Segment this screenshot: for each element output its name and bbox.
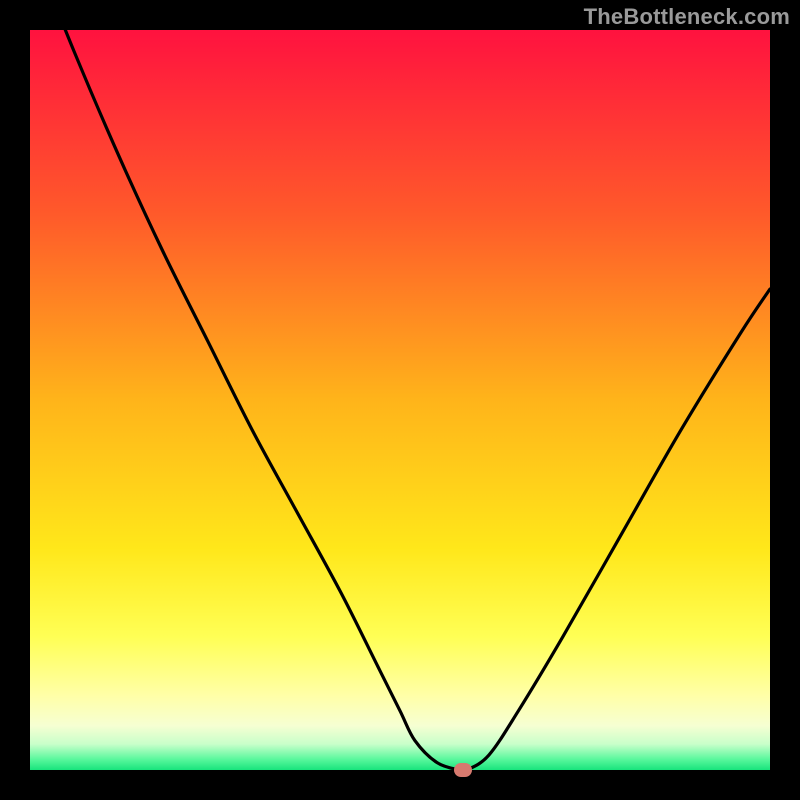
- curve-svg: [30, 30, 770, 770]
- chart-frame: TheBottleneck.com: [0, 0, 800, 800]
- bottleneck-curve: [30, 0, 770, 771]
- optimum-marker: [454, 763, 472, 777]
- plot-area: [30, 30, 770, 770]
- watermark-label: TheBottleneck.com: [584, 4, 790, 30]
